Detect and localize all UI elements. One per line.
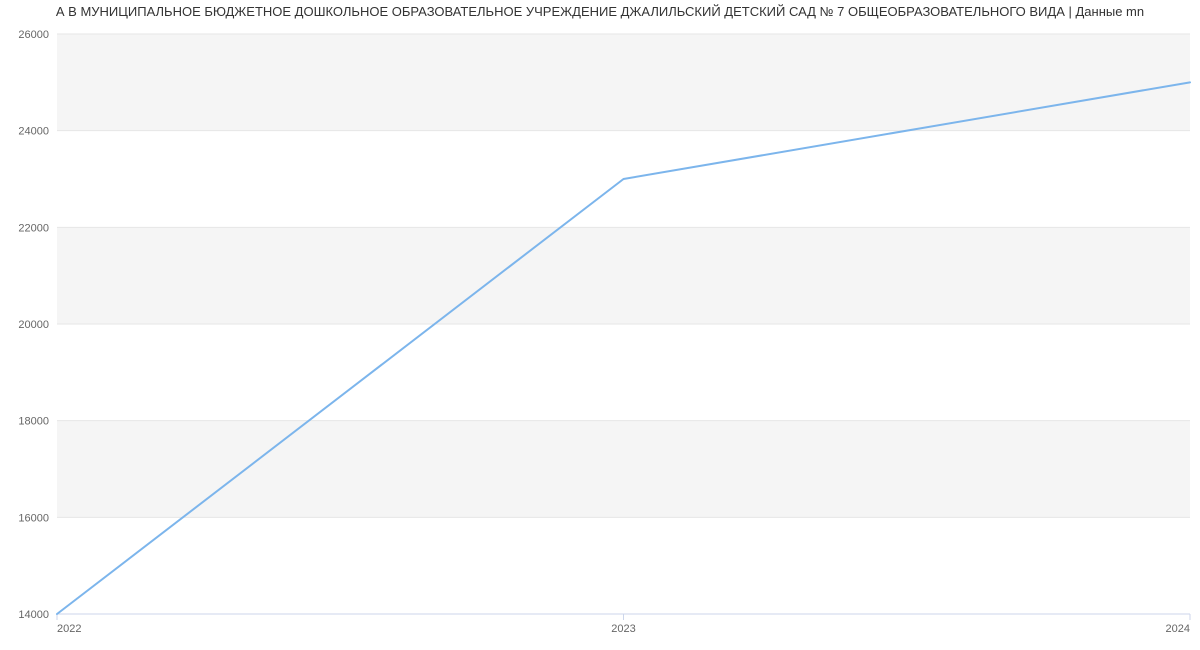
svg-text:18000: 18000 xyxy=(18,416,49,428)
svg-text:22000: 22000 xyxy=(18,222,49,234)
series-line xyxy=(57,82,1190,614)
chart-svg: 2022 2023 2024 14000 16000 18000 20000 22000 240… xyxy=(0,24,1200,650)
svg-text:14000: 14000 xyxy=(18,609,49,621)
svg-text:16000: 16000 xyxy=(18,512,49,524)
chart-area: 2022 2023 2024 14000 16000 18000 20000 22000 240… xyxy=(0,24,1200,650)
svg-text:2023: 2023 xyxy=(611,623,635,635)
chart-title: А В МУНИЦИПАЛЬНОЕ БЮДЖЕТНОЕ ДОШКОЛЬНОЕ О… xyxy=(0,0,1200,24)
svg-text:26000: 26000 xyxy=(18,29,49,41)
svg-text:2024: 2024 xyxy=(1166,623,1190,635)
svg-text:2022: 2022 xyxy=(57,623,81,635)
svg-text:20000: 20000 xyxy=(18,319,49,331)
svg-text:24000: 24000 xyxy=(18,126,49,138)
